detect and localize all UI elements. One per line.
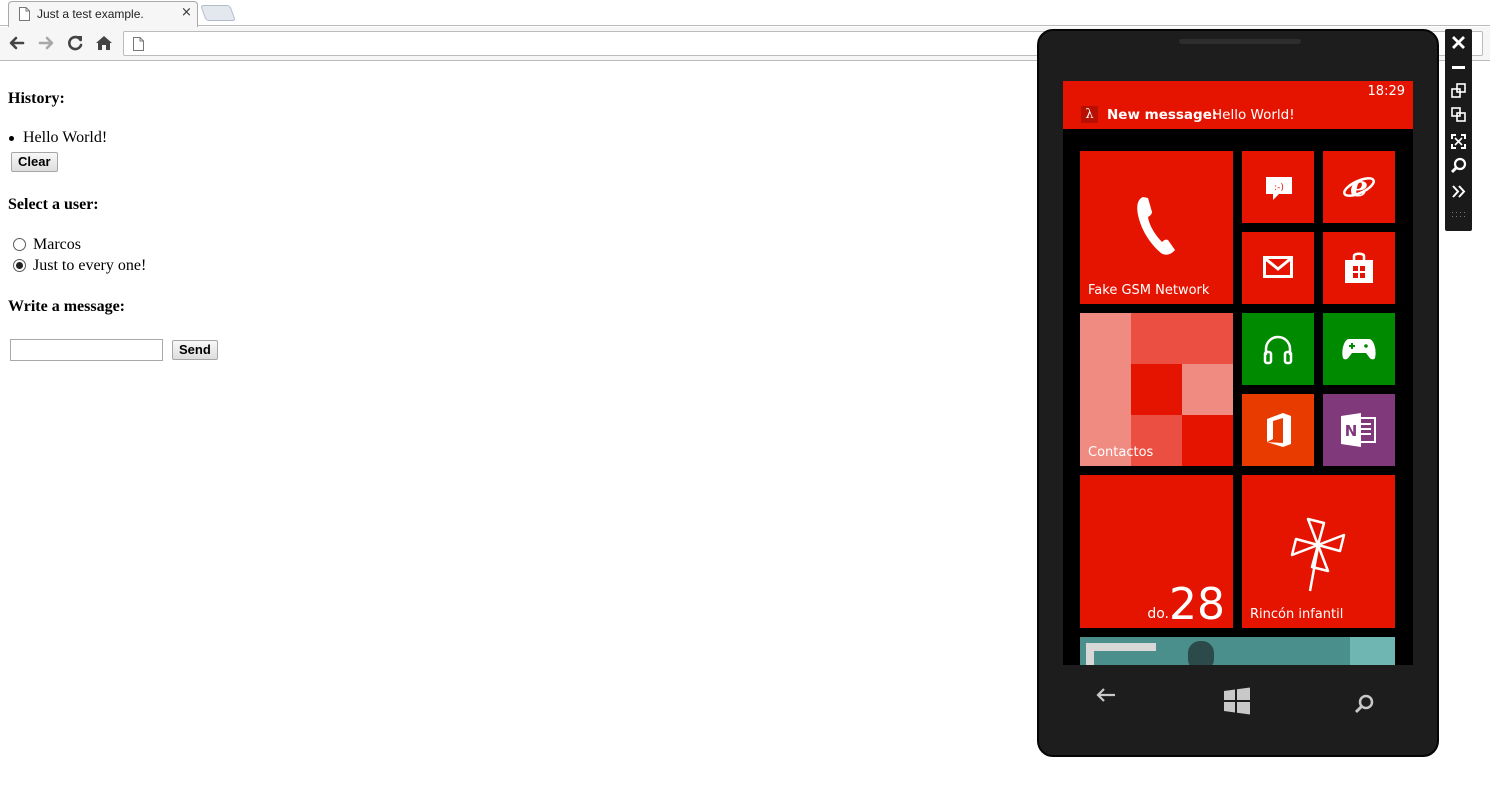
store-icon: [1345, 252, 1373, 283]
user-radio-everyone[interactable]: [13, 259, 26, 272]
photo-content: [1188, 641, 1214, 665]
reload-icon[interactable]: [64, 32, 86, 54]
rotate-right-icon[interactable]: [1450, 106, 1467, 123]
send-button[interactable]: Send: [172, 340, 218, 360]
photo-content: [1086, 643, 1156, 665]
clear-button[interactable]: Clear: [11, 152, 58, 172]
drag-grip-icon[interactable]: [1450, 211, 1467, 219]
messaging-icon: :-): [1266, 177, 1292, 200]
tile-onenote[interactable]: N: [1323, 394, 1395, 466]
tile-contacts[interactable]: Contactos: [1080, 313, 1233, 466]
user-radio-marcos[interactable]: [13, 238, 26, 251]
svg-text:e: e: [1350, 171, 1368, 203]
tab-strip: Just a test example. ×: [0, 0, 1490, 27]
contact-photo: [1182, 364, 1233, 415]
notification-toast[interactable]: 18:29 λ New message: Hello World!: [1063, 81, 1413, 129]
forward-arrow-icon[interactable]: [35, 32, 57, 54]
zoom-icon[interactable]: [1450, 157, 1467, 174]
radio-selected-dot: [16, 262, 23, 269]
tile-office[interactable]: [1242, 394, 1314, 466]
tile-store[interactable]: [1323, 232, 1395, 304]
phone-screen: 18:29 λ New message: Hello World! Fake G…: [1063, 81, 1413, 665]
svg-text:N: N: [1345, 422, 1358, 440]
tile-messaging[interactable]: :-): [1242, 151, 1314, 223]
phone-icon: [1137, 197, 1175, 255]
music-icon: [1263, 335, 1293, 365]
page-icon: [19, 7, 30, 21]
contact-photo: [1131, 313, 1233, 364]
tile-phone-label: Fake GSM Network: [1088, 283, 1210, 298]
tile-photos[interactable]: [1080, 637, 1395, 665]
additional-tools-icon[interactable]: [1450, 183, 1467, 200]
tile-contacts-label: Contactos: [1088, 445, 1154, 460]
back-icon[interactable]: [1095, 686, 1117, 704]
onenote-icon: N: [1341, 413, 1376, 447]
pinwheel-icon: [1290, 517, 1346, 592]
calendar-day: 28: [1169, 579, 1225, 628]
write-message-heading: Write a message:: [8, 298, 125, 315]
internet-explorer-icon: e: [1343, 171, 1375, 203]
page-icon: [133, 37, 144, 51]
home-icon[interactable]: [93, 32, 115, 54]
tab-title: Just a test example.: [37, 7, 144, 21]
notification-message: Hello World!: [1212, 107, 1295, 123]
select-user-heading: Select a user:: [8, 196, 99, 213]
app-lambda-icon: λ: [1081, 106, 1098, 123]
page-content: History: Hello World! Clear Select a use…: [0, 62, 1030, 796]
office-icon: [1267, 413, 1291, 447]
new-tab-button[interactable]: [200, 5, 236, 21]
minimize-icon[interactable]: [1450, 59, 1467, 76]
tile-music[interactable]: [1242, 313, 1314, 385]
photo-content: [1350, 637, 1395, 665]
fit-to-screen-icon[interactable]: [1450, 133, 1467, 150]
tile-calendar[interactable]: do. 28: [1080, 475, 1233, 628]
search-icon[interactable]: [1353, 693, 1375, 715]
tile-kids-label: Rincón infantil: [1250, 607, 1344, 622]
phone-speaker: [1179, 39, 1301, 44]
address-input[interactable]: [152, 35, 1152, 53]
calendar-weekday: do.: [1147, 606, 1169, 622]
list-bullet: [9, 136, 14, 141]
back-arrow-icon[interactable]: [6, 32, 28, 54]
svg-text::-): :-): [1274, 183, 1284, 193]
notification-title: New message:: [1107, 107, 1218, 123]
message-input[interactable]: [10, 339, 163, 361]
phone-emulator: 18:29 λ New message: Hello World! Fake G…: [1037, 29, 1439, 757]
mail-icon: [1263, 256, 1293, 278]
close-icon[interactable]: [1450, 34, 1467, 51]
xbox-games-icon: [1342, 339, 1376, 360]
history-item: Hello World!: [23, 129, 108, 146]
windows-start-icon[interactable]: [1223, 687, 1251, 715]
tile-internet-explorer[interactable]: e: [1323, 151, 1395, 223]
browser-tab[interactable]: Just a test example. ×: [8, 1, 198, 27]
tile-mail[interactable]: [1242, 232, 1314, 304]
tab-close-icon[interactable]: ×: [181, 5, 192, 20]
tile-games[interactable]: [1323, 313, 1395, 385]
emulator-toolbar: [1445, 29, 1472, 231]
tile-kids-corner[interactable]: Rincón infantil: [1242, 475, 1395, 628]
status-clock: 18:29: [1367, 84, 1405, 99]
rotate-left-icon[interactable]: [1450, 82, 1467, 99]
tile-phone[interactable]: Fake GSM Network: [1080, 151, 1233, 304]
user-label-marcos: Marcos: [33, 236, 81, 253]
history-heading: History:: [8, 90, 65, 107]
contact-photo: [1080, 313, 1131, 466]
user-label-everyone: Just to every one!: [33, 257, 147, 274]
